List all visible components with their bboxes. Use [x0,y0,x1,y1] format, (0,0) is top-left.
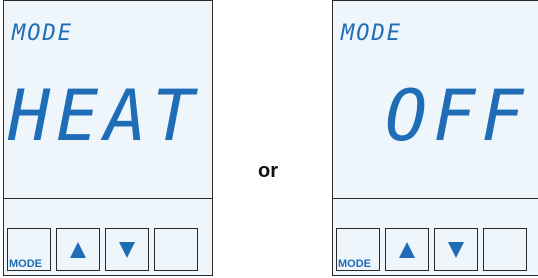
up-button[interactable] [385,228,429,271]
up-button[interactable] [56,228,100,271]
mode-button[interactable]: MODE [336,228,380,271]
down-button[interactable] [434,228,478,271]
divider [4,198,212,199]
mode-header: MODE [12,21,73,46]
blank-button[interactable] [154,228,198,271]
button-row: MODE [336,228,527,271]
button-row: MODE [7,228,198,271]
thermostat-display-heat: MODE HEAT MODE [3,0,213,276]
blank-button[interactable] [483,228,527,271]
thermostat-display-off: MODE OFF MODE [332,0,538,276]
or-separator: or [258,160,278,182]
mode-button-label: MODE [338,258,371,270]
down-button[interactable] [105,228,149,271]
down-arrow-icon [448,241,464,258]
mode-value: OFF [385,75,530,157]
mode-button-label: MODE [9,258,42,270]
up-arrow-icon [399,241,415,258]
up-arrow-icon [70,241,86,258]
mode-button[interactable]: MODE [7,228,51,271]
divider [333,198,538,199]
mode-value: HEAT [8,75,201,157]
down-arrow-icon [119,241,135,258]
mode-header: MODE [341,21,402,46]
